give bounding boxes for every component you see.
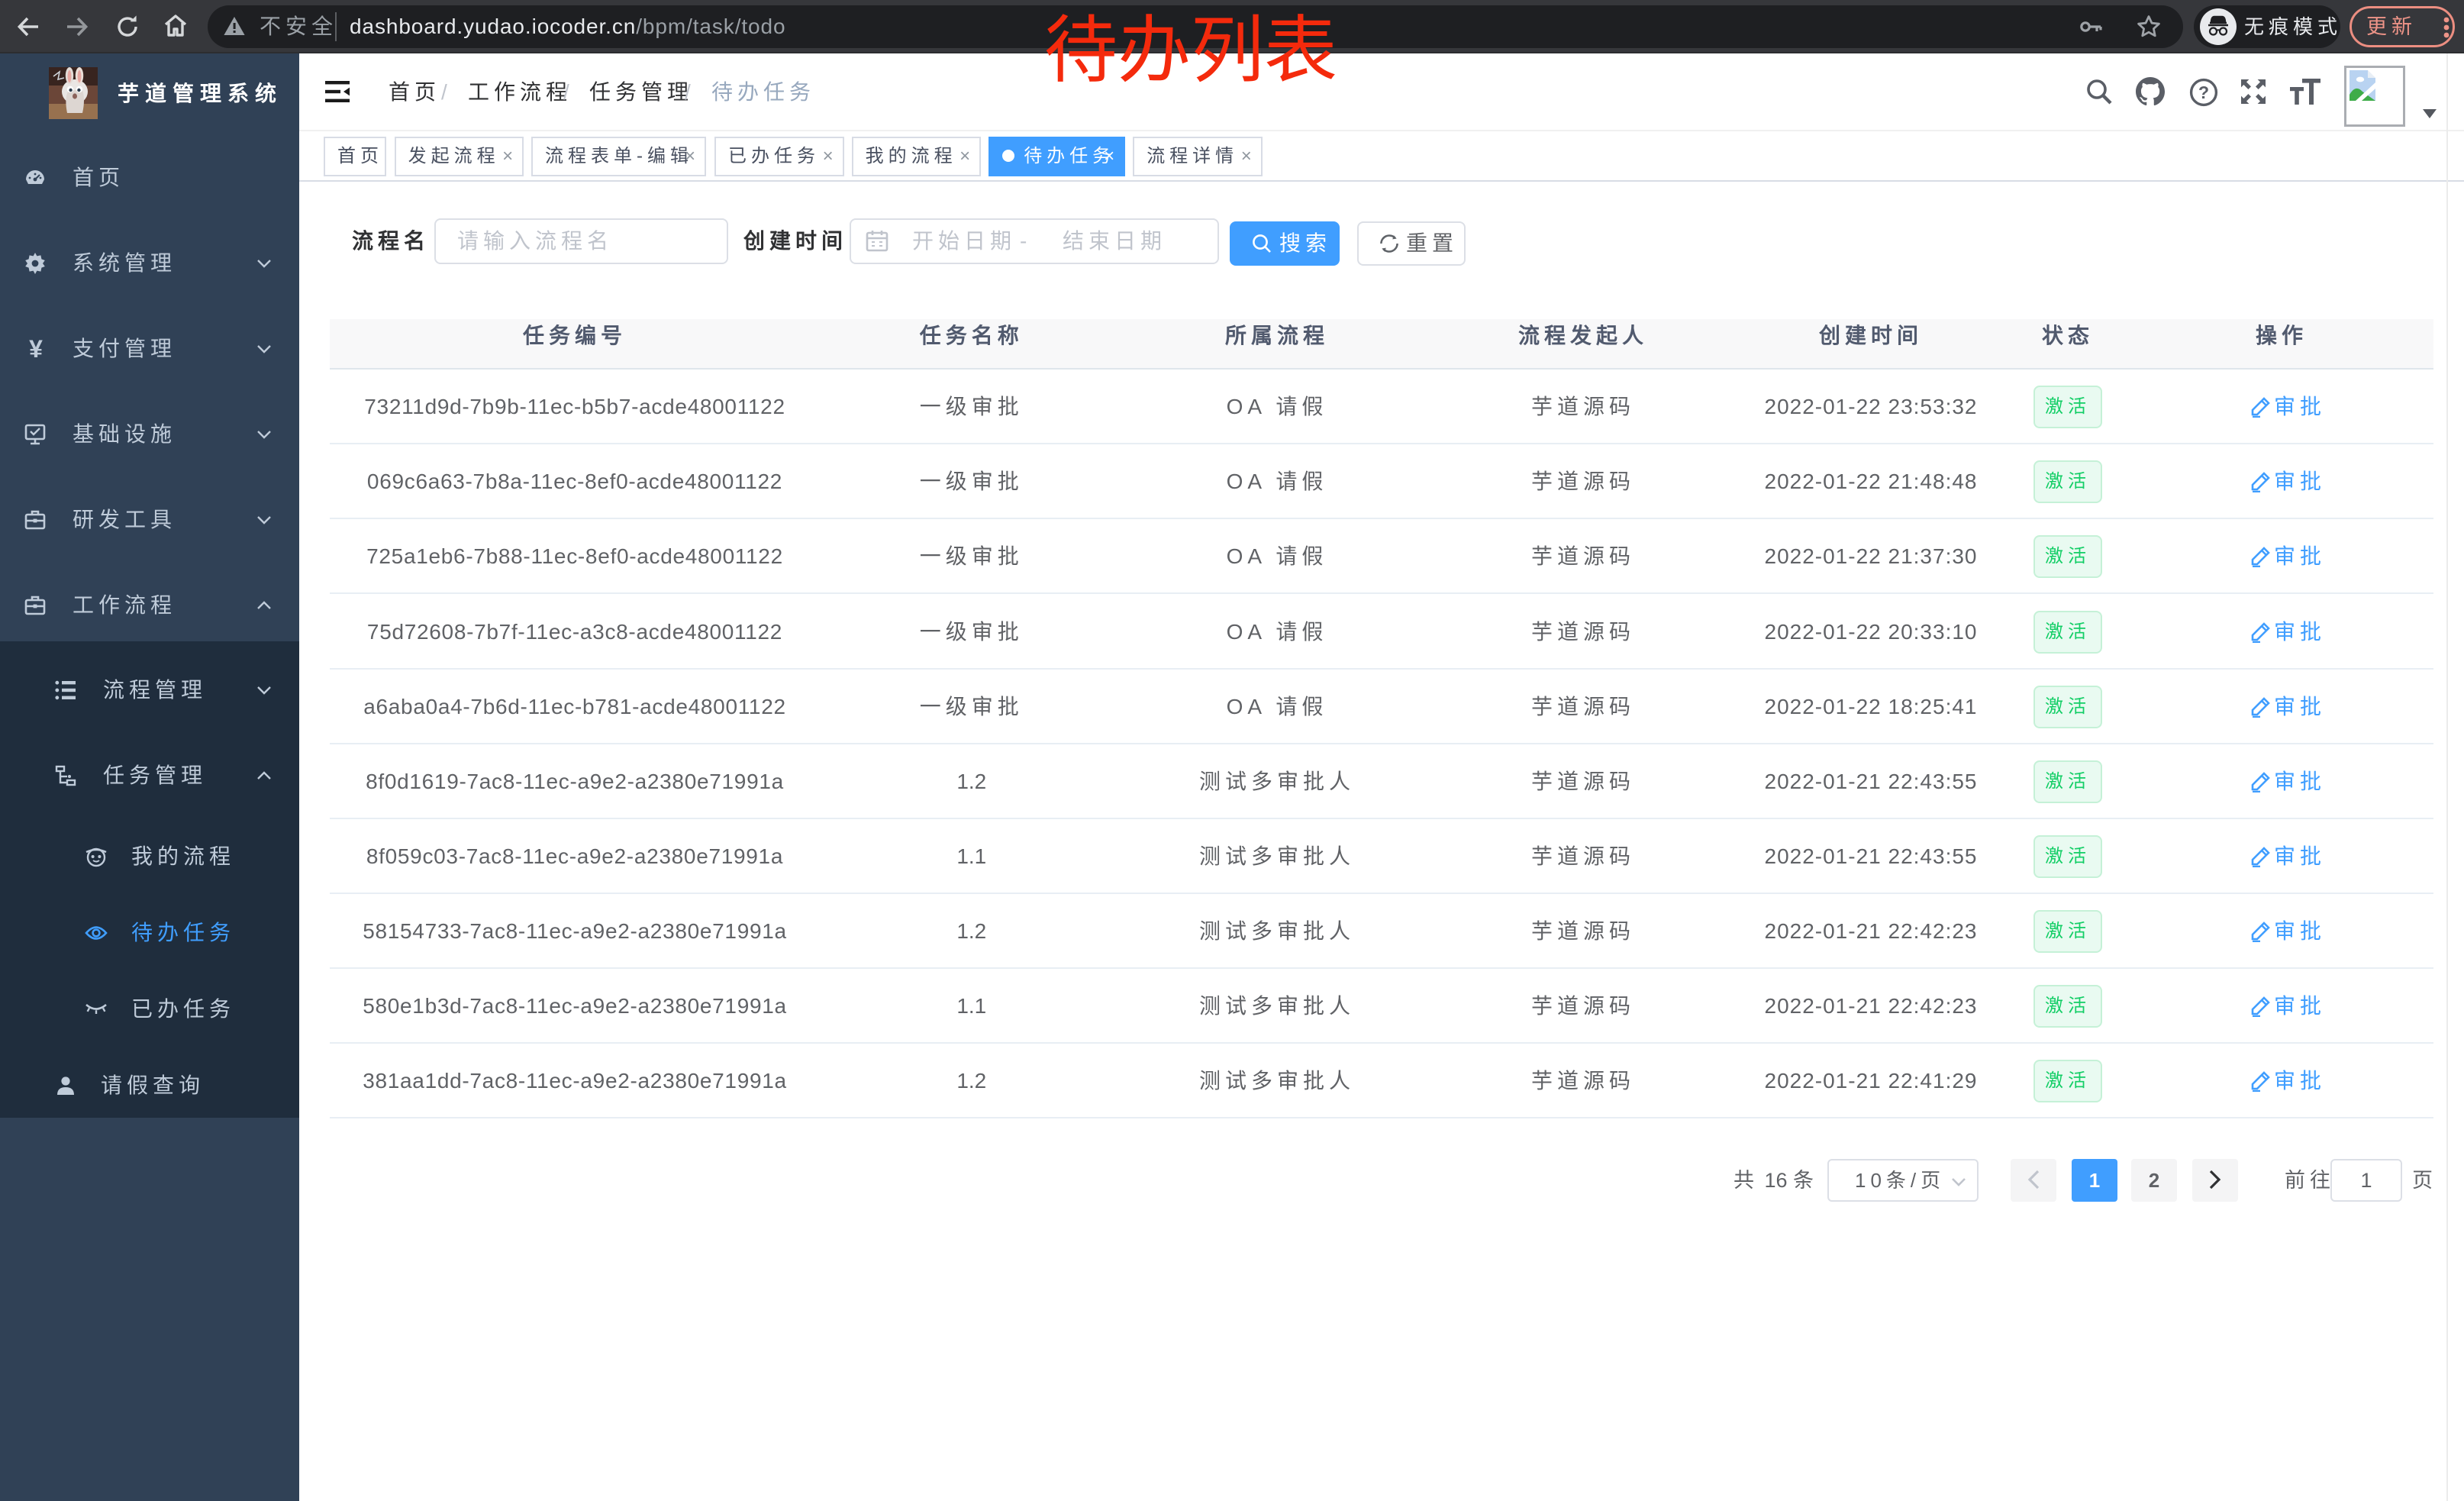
- svg-text:?: ?: [2198, 82, 2209, 102]
- svg-text:¥: ¥: [29, 337, 43, 361]
